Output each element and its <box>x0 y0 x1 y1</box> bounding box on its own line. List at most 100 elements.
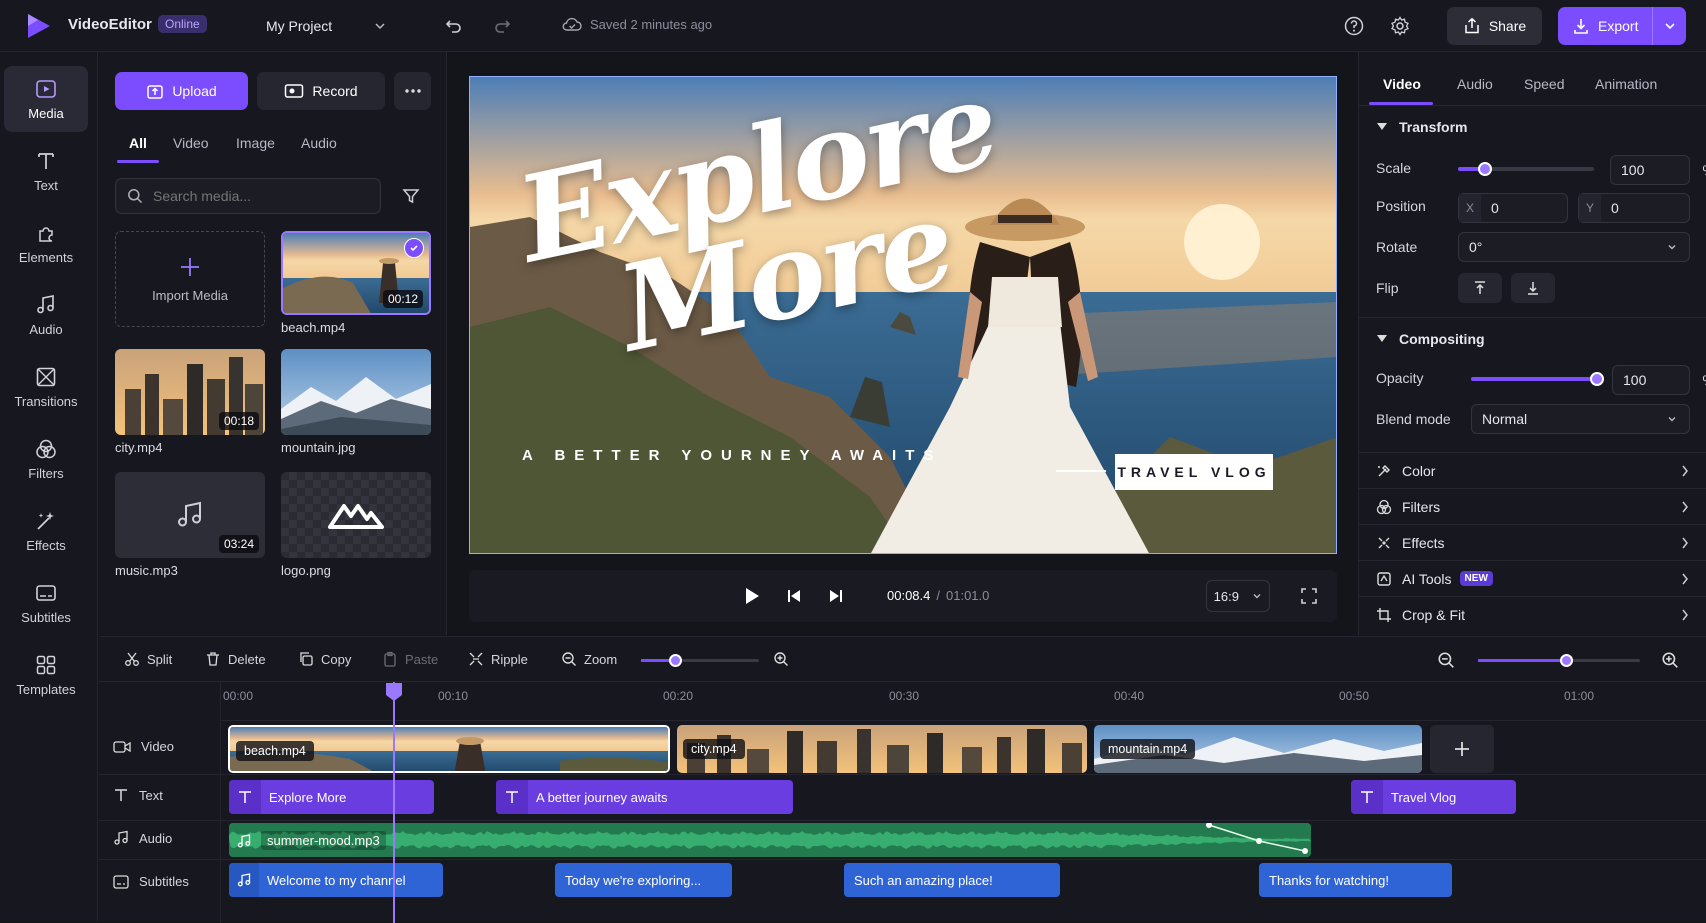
tab-all[interactable]: All <box>129 135 147 151</box>
tab-video[interactable]: Video <box>173 135 209 151</box>
settings-button[interactable] <box>1384 10 1416 42</box>
ripple-tool[interactable]: Ripple <box>468 651 528 667</box>
help-button[interactable] <box>1338 10 1370 42</box>
tool-zoom-slider[interactable] <box>641 654 759 667</box>
subtitle-clip-exploring[interactable]: Today we're exploring... <box>555 863 732 897</box>
media-item-beach[interactable]: 00:12 <box>281 231 431 315</box>
fullscreen-button[interactable] <box>1293 580 1325 612</box>
rail-item-subtitles[interactable]: Subtitles <box>4 570 88 636</box>
skip-forward-button[interactable] <box>820 580 852 612</box>
travel-vlog-badge[interactable]: TRAVEL VLOG <box>1115 454 1273 490</box>
zoom-tool[interactable]: Zoom <box>561 651 617 667</box>
view-zoom-out-button[interactable] <box>1437 651 1455 669</box>
add-clip-button[interactable] <box>1430 725 1494 773</box>
section-color[interactable]: Color <box>1359 452 1706 488</box>
section-ai-tools[interactable]: AI Tools NEW <box>1359 560 1706 596</box>
volume-keyframes[interactable] <box>229 823 1311 857</box>
section-effects[interactable]: Effects <box>1359 524 1706 560</box>
undo-button[interactable] <box>438 10 470 42</box>
filter-button[interactable] <box>395 180 427 212</box>
search-box[interactable] <box>115 178 381 214</box>
rail-item-effects[interactable]: Effects <box>4 498 88 564</box>
position-y-field[interactable]: Y 0 <box>1578 193 1690 223</box>
flip-vertical-button[interactable] <box>1511 273 1555 303</box>
aspect-ratio-select[interactable]: 16:9 <box>1206 580 1270 612</box>
opacity-slider-handle[interactable] <box>1590 372 1604 386</box>
text-clip-journey[interactable]: A better journey awaits <box>496 780 793 814</box>
rail-item-elements[interactable]: Elements <box>4 210 88 276</box>
split-tool[interactable]: Split <box>124 651 172 667</box>
paste-tool[interactable]: Paste <box>382 651 438 667</box>
subtitle-clip-thanks[interactable]: Thanks for watching! <box>1259 863 1452 897</box>
tab-image[interactable]: Image <box>236 135 275 151</box>
section-label: Filters <box>1402 498 1441 515</box>
delete-tool[interactable]: Delete <box>205 651 266 667</box>
text-clip-icon <box>496 780 528 814</box>
media-item-music[interactable]: 03:24 <box>115 472 265 558</box>
video-clip-city[interactable]: city.mp4 <box>677 725 1087 773</box>
flip-horizontal-button[interactable] <box>1458 273 1502 303</box>
preview-canvas[interactable]: Explore More A BETTER YOURNEY AWAITS TRA… <box>469 76 1337 554</box>
export-options-button[interactable] <box>1652 7 1686 45</box>
rotate-select[interactable]: 0° <box>1458 232 1690 262</box>
rail-item-audio[interactable]: Audio <box>4 282 88 348</box>
tab-video-props[interactable]: Video <box>1383 76 1421 92</box>
play-button[interactable] <box>736 580 768 612</box>
skip-back-button[interactable] <box>778 580 810 612</box>
tab-audio-props[interactable]: Audio <box>1457 76 1493 92</box>
video-clip-mountain[interactable]: mountain.mp4 <box>1094 725 1422 773</box>
rail-item-templates[interactable]: Templates <box>4 642 88 708</box>
text-clip-travel-vlog[interactable]: Travel Vlog <box>1351 780 1516 814</box>
subtitle-clip-welcome[interactable]: Welcome to my channel <box>229 863 443 897</box>
fullscreen-icon <box>1301 588 1317 604</box>
media-item-mountain[interactable] <box>281 349 431 435</box>
crop-icon <box>1377 607 1391 622</box>
play-icon <box>746 588 759 604</box>
subtitle-clip-amazing[interactable]: Such an amazing place! <box>844 863 1060 897</box>
import-media-button[interactable]: Import Media <box>115 231 265 327</box>
compositing-header[interactable]: Compositing <box>1377 331 1485 347</box>
rail-item-filters[interactable]: Filters <box>4 426 88 492</box>
upload-button[interactable]: Upload <box>115 72 248 110</box>
media-item-city[interactable]: 00:18 <box>115 349 265 435</box>
tool-zoom-handle[interactable] <box>669 654 682 667</box>
audio-clip[interactable]: summer-mood.mp3 <box>229 823 1311 857</box>
playhead-line[interactable] <box>393 682 395 923</box>
zoom-in-button[interactable] <box>773 651 789 667</box>
record-label: Record <box>312 83 358 99</box>
tab-speed[interactable]: Speed <box>1524 76 1564 92</box>
rail-item-text[interactable]: Text <box>4 138 88 204</box>
scale-slider[interactable] <box>1458 162 1594 176</box>
playhead-handle[interactable] <box>385 682 403 702</box>
share-button[interactable]: Share <box>1447 7 1542 45</box>
media-item-logo[interactable] <box>281 472 431 558</box>
export-button[interactable]: Export <box>1558 7 1686 45</box>
scale-slider-handle[interactable] <box>1478 162 1492 176</box>
search-input[interactable] <box>153 188 353 204</box>
project-selector[interactable]: My Project <box>266 14 386 38</box>
tab-audio[interactable]: Audio <box>301 135 337 151</box>
video-clip-beach[interactable]: beach.mp4 <box>228 725 670 773</box>
copy-tool[interactable]: Copy <box>298 651 351 667</box>
rail-item-media[interactable]: Media <box>4 66 88 132</box>
opacity-field[interactable]: 100 % <box>1612 365 1706 395</box>
opacity-slider[interactable] <box>1471 372 1604 386</box>
record-button[interactable]: Record <box>257 72 385 110</box>
transform-header[interactable]: Transform <box>1377 119 1467 135</box>
tagline-overlay[interactable]: A BETTER YOURNEY AWAITS <box>522 447 942 464</box>
rail-item-transitions[interactable]: Transitions <box>4 354 88 420</box>
track-name: Video <box>141 739 175 754</box>
rail-label: Templates <box>16 681 76 697</box>
section-crop-fit[interactable]: Crop & Fit <box>1359 596 1706 632</box>
view-zoom-slider[interactable] <box>1478 654 1640 667</box>
redo-button[interactable] <box>486 10 518 42</box>
more-options-button[interactable] <box>394 72 431 110</box>
blend-mode-select[interactable]: Normal <box>1471 404 1690 434</box>
tab-animation[interactable]: Animation <box>1595 76 1657 92</box>
section-filters[interactable]: Filters <box>1359 488 1706 524</box>
position-x-field[interactable]: X 0 <box>1458 193 1568 223</box>
text-clip-explore[interactable]: Explore More <box>229 780 434 814</box>
view-zoom-in-button[interactable] <box>1661 651 1679 669</box>
scale-field[interactable]: 100 % <box>1610 155 1706 185</box>
view-zoom-handle[interactable] <box>1560 654 1573 667</box>
